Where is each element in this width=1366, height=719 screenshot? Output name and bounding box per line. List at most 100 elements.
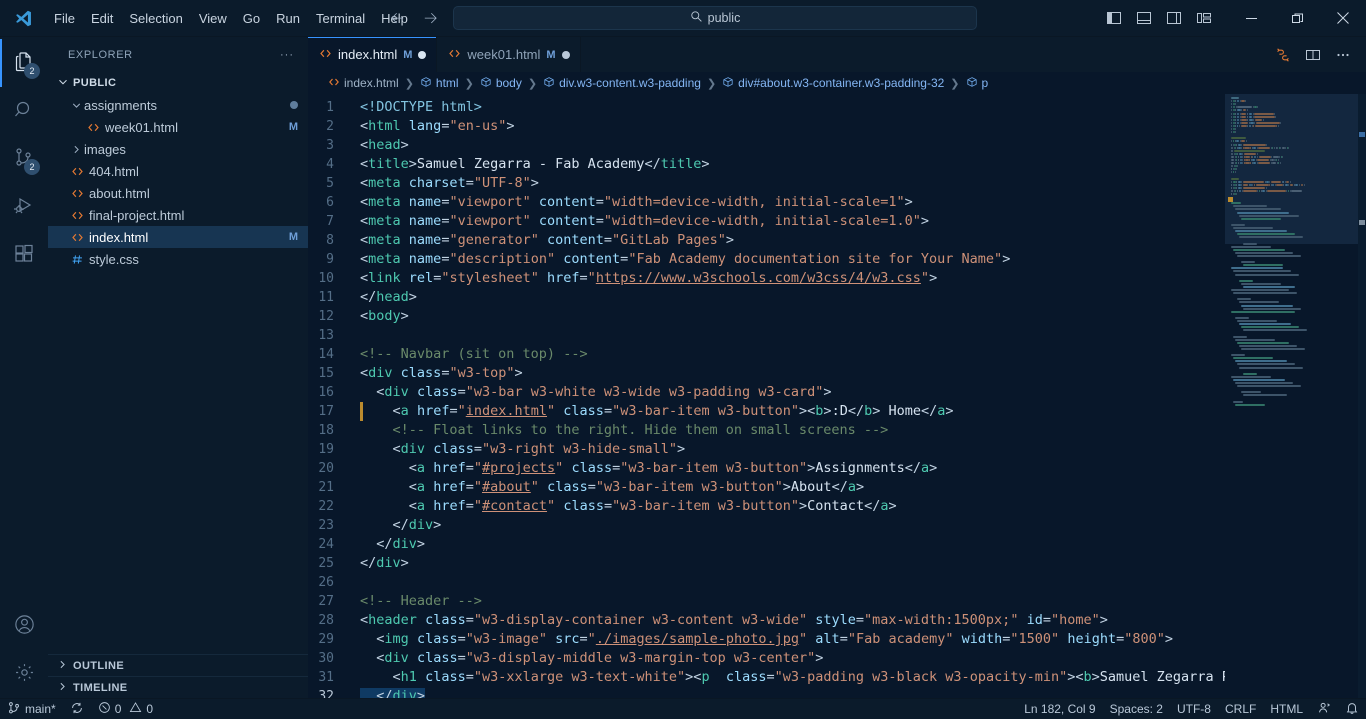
code-line[interactable]: 17 <a href="index.html" class="w3-bar-it… <box>308 402 1225 421</box>
minimize-icon[interactable] <box>1228 0 1274 37</box>
tab-week01-html[interactable]: week01.html M <box>437 37 581 72</box>
html-file-icon <box>68 187 86 200</box>
arrow-left-icon[interactable] <box>389 9 407 27</box>
tab-dirty-indicator[interactable] <box>561 50 570 59</box>
symbol-field-icon <box>420 76 432 91</box>
code-line[interactable]: 9 <meta name="description" content="Fab A… <box>308 250 1225 269</box>
restore-icon[interactable] <box>1274 0 1320 37</box>
status-problems[interactable]: 0 0 <box>91 699 160 719</box>
arrow-right-icon[interactable] <box>421 9 439 27</box>
code-line[interactable]: 18 <!-- Float links to the right. Hide t… <box>308 421 1225 440</box>
close-icon[interactable] <box>1320 0 1366 37</box>
menu-selection[interactable]: Selection <box>121 8 190 29</box>
code-line-text: <div class="w3-bar w3-white w3-wide w3-p… <box>376 384 832 400</box>
code-line[interactable]: 23 </div> <box>308 516 1225 535</box>
status-sync[interactable] <box>63 699 91 719</box>
code-line[interactable]: 4 <title>Samuel Zegarra - Fab Academy</ti… <box>308 155 1225 174</box>
breadcrumb-item-body[interactable]: body <box>478 76 524 91</box>
open-preview-icon[interactable] <box>1270 42 1296 68</box>
code-line[interactable]: 30 <div class="w3-display-middle w3-marg… <box>308 649 1225 668</box>
tab-index-html[interactable]: index.html M <box>308 37 438 72</box>
split-editor-icon[interactable] <box>1300 42 1326 68</box>
code-line[interactable]: 1 <!DOCTYPE html> <box>308 98 1225 117</box>
minimap[interactable] <box>1225 94 1366 698</box>
menu-edit[interactable]: Edit <box>83 8 121 29</box>
code-line[interactable]: 11 </head> <box>308 288 1225 307</box>
minimap-line-segment <box>1272 183 1274 186</box>
code-line[interactable]: 10 <link rel="stylesheet" href="https://w… <box>308 269 1225 288</box>
status-cursor-position[interactable]: Ln 182, Col 9 <box>1017 699 1102 719</box>
code-line[interactable]: 28 <header class="w3-display-container w3… <box>308 611 1225 630</box>
code-line[interactable]: 2 <html lang="en-us"> <box>308 117 1225 136</box>
workspace-folder-public[interactable]: PUBLIC <box>48 72 308 94</box>
tree-item-assignments[interactable]: assignments <box>48 94 308 116</box>
code-line[interactable]: 32 </div> <box>308 687 1225 698</box>
activity-extensions[interactable] <box>0 231 48 279</box>
code-line[interactable]: 27 <!-- Header --> <box>308 592 1225 611</box>
status-live-share[interactable] <box>1310 699 1338 719</box>
code-line[interactable]: 22 <a href="#contact" class="w3-bar-item… <box>308 497 1225 516</box>
activity-accounts[interactable] <box>0 602 48 650</box>
menu-run[interactable]: Run <box>268 8 308 29</box>
code-editor[interactable]: 1 <!DOCTYPE html> 2 <html lang="en-us"> 3 <he… <box>308 94 1225 698</box>
menu-file[interactable]: File <box>46 8 83 29</box>
layout-sidebar-right-icon[interactable] <box>1160 4 1188 32</box>
sidebar-more-actions-icon[interactable]: ··· <box>280 49 300 61</box>
code-line[interactable]: 21 <a href="#about" class="w3-bar-item w… <box>308 478 1225 497</box>
code-line[interactable]: 15 <div class="w3-top"> <box>308 364 1225 383</box>
status-encoding[interactable]: UTF-8 <box>1170 699 1218 719</box>
code-line[interactable]: 24 </div> <box>308 535 1225 554</box>
code-line[interactable]: 20 <a href="#projects" class="w3-bar-ite… <box>308 459 1225 478</box>
code-line[interactable]: 25 </div> <box>308 554 1225 573</box>
code-line[interactable]: 16 <div class="w3-bar w3-white w3-wide w… <box>308 383 1225 402</box>
code-line[interactable]: 5 <meta charset="UTF-8"> <box>308 174 1225 193</box>
status-branch[interactable]: main* <box>0 699 63 719</box>
code-line[interactable]: 3 <head> <box>308 136 1225 155</box>
status-language-mode[interactable]: HTML <box>1263 699 1310 719</box>
layout-customize-icon[interactable] <box>1190 4 1218 32</box>
activity-run-and-debug[interactable] <box>0 183 48 231</box>
git-status-badge: M <box>288 121 298 133</box>
line-number: 13 <box>318 328 334 343</box>
menu-terminal[interactable]: Terminal <box>308 8 373 29</box>
code-line[interactable]: 12 <body> <box>308 307 1225 326</box>
code-line[interactable]: 8 <meta name="generator" content="GitLab … <box>308 231 1225 250</box>
quick-open-input[interactable]: public <box>453 6 977 30</box>
code-line[interactable]: 13 <box>308 326 1225 345</box>
breadcrumb-item-div-about-w3-container-w3-padding-32[interactable]: div#about.w3-container.w3-padding-32 <box>720 76 946 91</box>
code-line[interactable]: 7 <meta name="viewport" content="width=de… <box>308 212 1225 231</box>
panel-outline[interactable]: OUTLINE <box>48 654 308 676</box>
activity-source-control[interactable]: 2 <box>0 135 48 183</box>
tab-dirty-indicator[interactable] <box>418 50 427 59</box>
code-line[interactable]: 19 <div class="w3-right w3-hide-small"> <box>308 440 1225 459</box>
code-line[interactable]: 31 <h1 class="w3-xxlarge w3-text-white">… <box>308 668 1225 687</box>
layout-panel-icon[interactable] <box>1130 4 1158 32</box>
ellipsis-icon[interactable] <box>1330 42 1356 68</box>
tree-item-style-css[interactable]: style.css <box>48 248 308 270</box>
code-line[interactable]: 29 <img class="w3-image" src="./images/s… <box>308 630 1225 649</box>
tree-item-final-project-html[interactable]: final-project.html <box>48 204 308 226</box>
status-notifications[interactable] <box>1338 699 1366 719</box>
code-line[interactable]: 14 <!-- Navbar (sit on top) --> <box>308 345 1225 364</box>
menu-view[interactable]: View <box>191 8 235 29</box>
status-eol[interactable]: CRLF <box>1218 699 1263 719</box>
breadcrumb-item-div-w3-content-w3-padding[interactable]: div.w3-content.w3-padding <box>541 76 703 91</box>
tree-item-images[interactable]: images <box>48 138 308 160</box>
breadcrumb-item-html[interactable]: html <box>418 76 461 91</box>
layout-sidebar-left-icon[interactable] <box>1100 4 1128 32</box>
activity-manage-settings[interactable] <box>0 650 48 698</box>
code-line[interactable]: 26 <box>308 573 1225 592</box>
activity-explorer[interactable]: 2 <box>0 39 48 87</box>
tree-item-404-html[interactable]: 404.html <box>48 160 308 182</box>
breadcrumb-item-index-html[interactable]: index.html <box>326 76 401 91</box>
code-line[interactable]: 6 <meta name="viewport" content="width=de… <box>308 193 1225 212</box>
menu-go[interactable]: Go <box>235 8 268 29</box>
activity-search[interactable] <box>0 87 48 135</box>
panel-timeline[interactable]: TIMELINE <box>48 676 308 698</box>
tree-item-index-html[interactable]: index.html M <box>48 226 308 248</box>
status-indentation[interactable]: Spaces: 2 <box>1103 699 1170 719</box>
minimap-line-segment <box>1231 375 1271 378</box>
tree-item-week01-html[interactable]: week01.html M <box>48 116 308 138</box>
breadcrumb-item-p[interactable]: p <box>964 76 991 91</box>
tree-item-about-html[interactable]: about.html <box>48 182 308 204</box>
